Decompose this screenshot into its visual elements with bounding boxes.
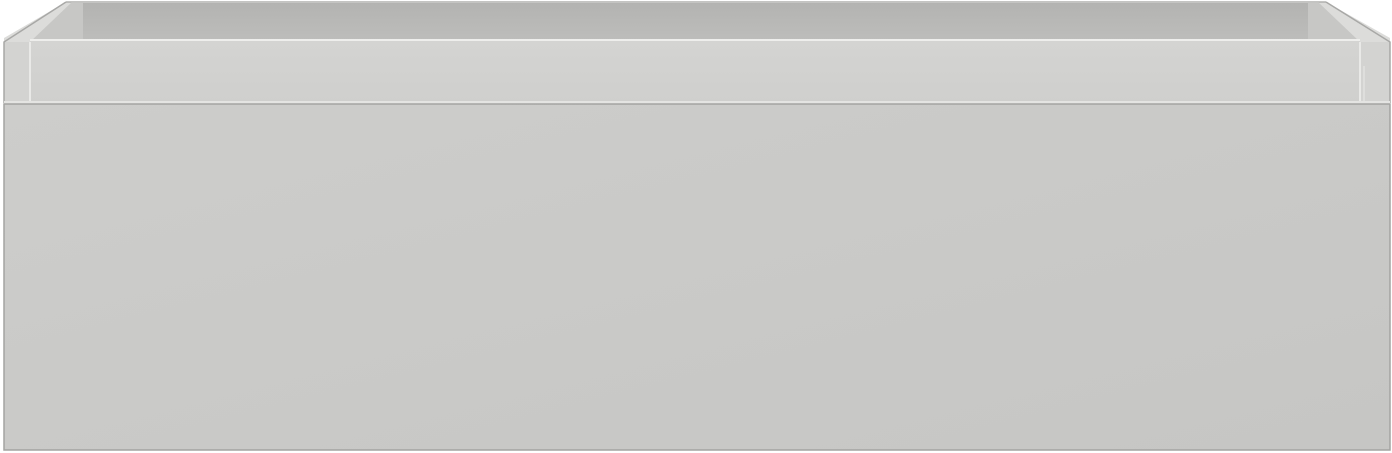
- drawer-illustration: [3, 1, 1391, 451]
- drawer-box-band: [30, 40, 1360, 103]
- drawer-inner-back-wall: [83, 3, 1308, 40]
- product-render: [0, 0, 1392, 453]
- drawer-front-panel: [3, 103, 1391, 451]
- drawer-left-upright: [4, 42, 30, 103]
